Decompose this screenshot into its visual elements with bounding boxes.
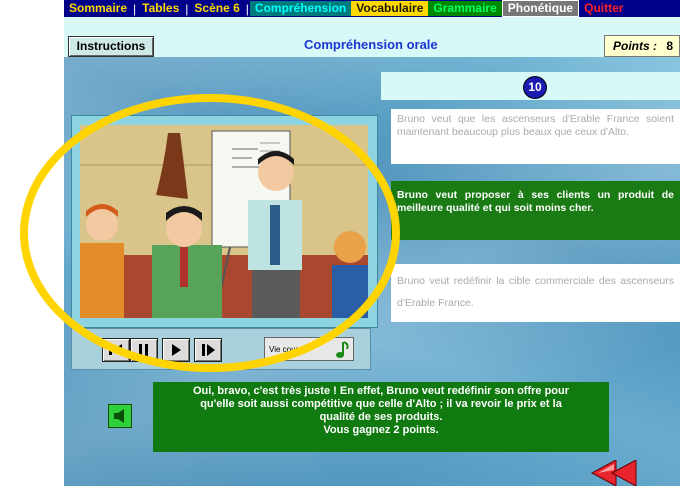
- speed-label: Vie cours: [269, 345, 303, 354]
- menu-bar: Sommaire | Tables | Scène 6 | Compréhens…: [64, 0, 680, 17]
- answer-option-1[interactable]: Bruno veut que les ascenseurs d'Erable F…: [391, 109, 680, 164]
- rewind-icon: [109, 344, 122, 356]
- points-label: Points :: [613, 39, 657, 53]
- menu-item-quitter[interactable]: Quitter: [579, 1, 628, 16]
- feedback-box: Oui, bravo, c'est très juste ! En effet,…: [153, 382, 609, 452]
- cartoon-scene-image: [80, 125, 368, 318]
- pause-button[interactable]: [130, 338, 158, 362]
- points-display: Points : 8: [604, 35, 680, 57]
- feedback-line: qualité de ses produits.: [319, 411, 443, 423]
- rewind-button[interactable]: [102, 338, 130, 362]
- step-forward-button[interactable]: [194, 338, 222, 362]
- points-value: 8: [666, 39, 674, 53]
- menu-item-comprehension[interactable]: Compréhension: [249, 1, 352, 16]
- double-left-arrow-icon: [590, 459, 637, 487]
- header-bar: Instructions Compréhension orale Points …: [64, 17, 680, 57]
- back-button[interactable]: [590, 459, 648, 487]
- feedback-line: Oui, bravo, c'est très juste ! En effet,…: [192, 385, 570, 397]
- speed-selector[interactable]: Vie cours: [264, 337, 354, 361]
- answer-option-2[interactable]: Bruno veut proposer à ses clients un pro…: [391, 181, 680, 240]
- sound-button[interactable]: [108, 404, 132, 428]
- video-scene: [80, 125, 368, 318]
- menu-item-phonetique[interactable]: Phonétique: [501, 0, 580, 17]
- menu-item-scene[interactable]: Scène 6: [189, 1, 244, 16]
- play-button[interactable]: [162, 338, 190, 362]
- answer-option-3[interactable]: Bruno veut redéfinir la cible commercial…: [391, 264, 680, 322]
- video-controls: Vie cours: [71, 328, 371, 370]
- menu-item-grammaire[interactable]: Grammaire: [428, 1, 502, 16]
- play-icon: [172, 344, 181, 356]
- music-note-icon: [336, 341, 349, 358]
- video-frame: [71, 115, 378, 328]
- step-forward-icon: [202, 344, 215, 356]
- question-number-band: 10: [381, 72, 680, 100]
- instructions-button[interactable]: Instructions: [68, 36, 154, 57]
- question-number-badge: 10: [523, 76, 547, 99]
- feedback-line: Vous gagnez 2 points.: [323, 424, 439, 436]
- speaker-icon: [114, 409, 124, 423]
- page-title: Compréhension orale: [304, 37, 438, 52]
- pause-icon: [139, 344, 148, 356]
- menu-item-sommaire[interactable]: Sommaire: [64, 1, 132, 16]
- menu-item-tables[interactable]: Tables: [137, 1, 184, 16]
- feedback-line: qu'elle soit aussi compétitive que celle…: [200, 398, 562, 410]
- menu-item-vocabulaire[interactable]: Vocabulaire: [351, 1, 429, 16]
